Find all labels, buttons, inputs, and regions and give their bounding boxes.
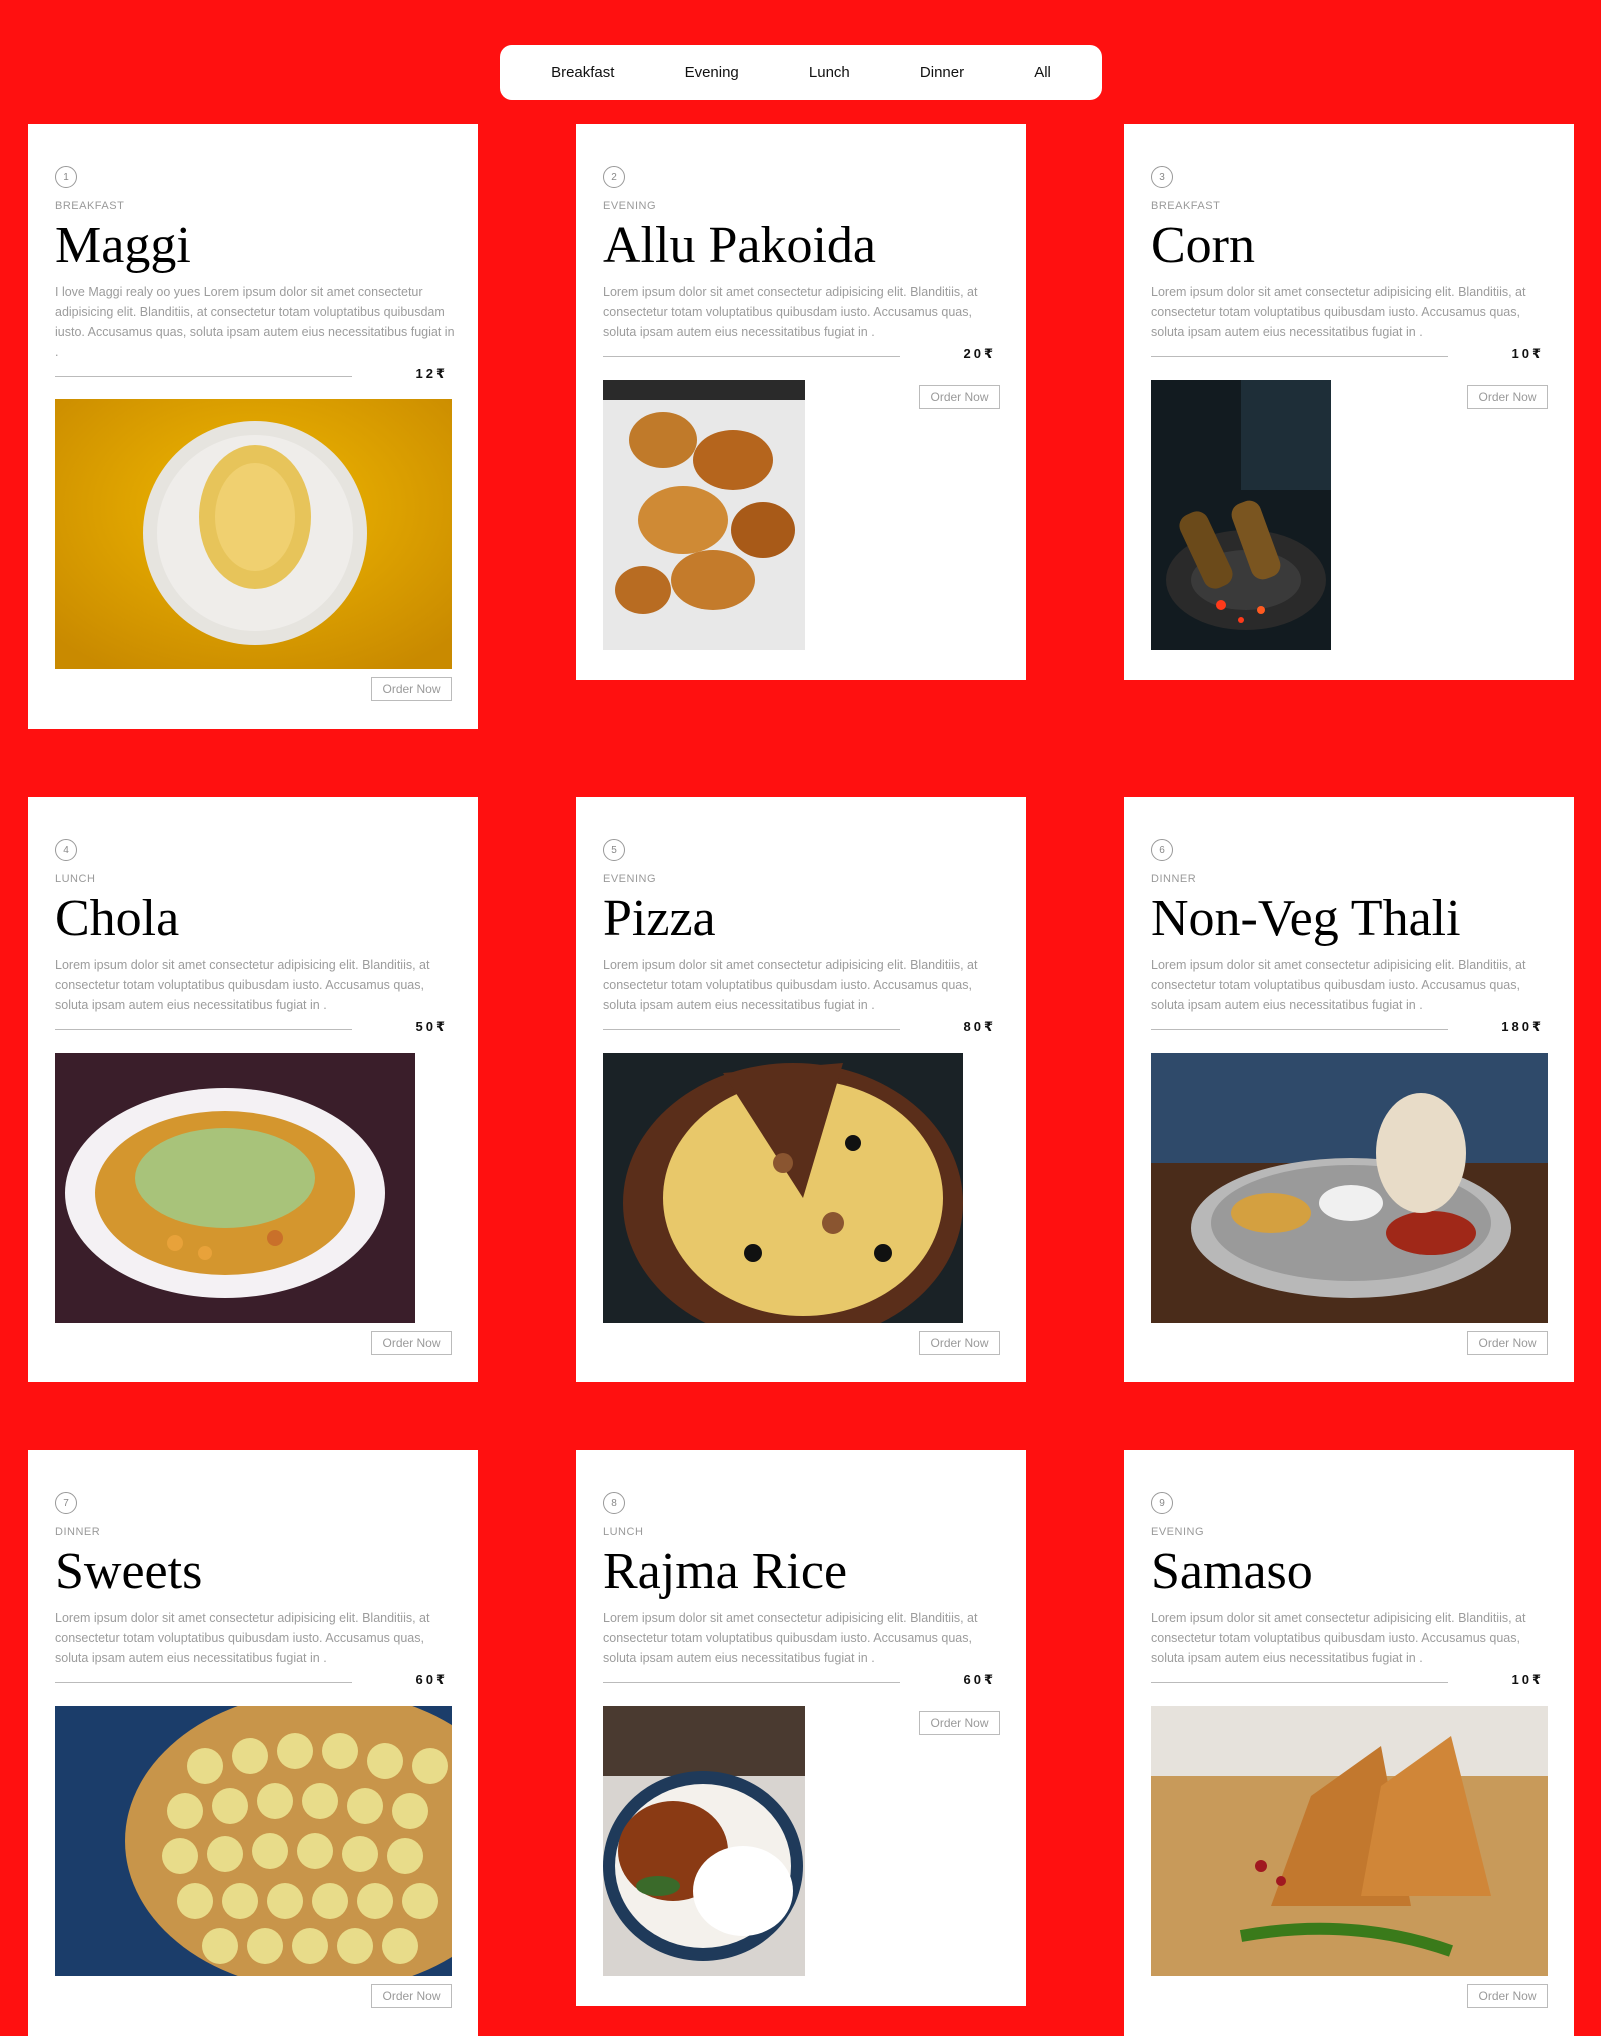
menu-card: 9 EVENING Samaso Lorem ipsum dolor sit a… — [1124, 1450, 1574, 2036]
item-title: Samaso — [1151, 1543, 1313, 1600]
order-now-button[interactable]: Order Now — [1467, 1331, 1548, 1355]
menu-card: 6 DINNER Non-Veg Thali Lorem ipsum dolor… — [1124, 797, 1574, 1382]
order-now-button[interactable]: Order Now — [371, 1984, 452, 2008]
divider — [603, 356, 900, 357]
category-tabs: Breakfast Evening Lunch Dinner All — [500, 45, 1102, 100]
item-number: 3 — [1151, 166, 1173, 188]
item-description: Lorem ipsum dolor sit amet consectetur a… — [603, 1611, 978, 1665]
item-price: 60₹ — [415, 1672, 448, 1687]
item-number: 1 — [55, 166, 77, 188]
item-category: DINNER — [1151, 873, 1197, 885]
tab-evening[interactable]: Evening — [673, 58, 751, 87]
divider — [55, 1029, 352, 1030]
item-price: 12₹ — [415, 366, 448, 381]
item-price: 80₹ — [963, 1019, 996, 1034]
item-category: EVENING — [1151, 1526, 1205, 1538]
item-description: I love Maggi realy oo yues Lorem ipsum d… — [55, 285, 455, 359]
item-category: EVENING — [603, 873, 657, 885]
item-category: BREAKFAST — [1151, 200, 1221, 212]
menu-card: 5 EVENING Pizza Lorem ipsum dolor sit am… — [576, 797, 1026, 1382]
menu-card: 8 LUNCH Rajma Rice Lorem ipsum dolor sit… — [576, 1450, 1026, 2006]
item-price: 50₹ — [415, 1019, 448, 1034]
order-now-button[interactable]: Order Now — [371, 1331, 452, 1355]
divider — [1151, 1029, 1448, 1030]
tab-all[interactable]: All — [1022, 58, 1063, 87]
item-title: Maggi — [55, 217, 191, 274]
order-now-button[interactable]: Order Now — [919, 1711, 1000, 1735]
food-image — [1151, 1706, 1548, 1976]
food-image — [55, 399, 452, 669]
item-title: Chola — [55, 890, 180, 947]
item-category: LUNCH — [55, 873, 96, 885]
menu-card: 3 BREAKFAST Corn Lorem ipsum dolor sit a… — [1124, 124, 1574, 680]
item-description: Lorem ipsum dolor sit amet consectetur a… — [55, 958, 430, 1012]
item-title: Non-Veg Thali — [1151, 890, 1461, 947]
item-description: Lorem ipsum dolor sit amet consectetur a… — [603, 285, 978, 339]
divider — [1151, 356, 1448, 357]
item-description: Lorem ipsum dolor sit amet consectetur a… — [55, 1611, 430, 1665]
item-price: 20₹ — [963, 346, 996, 361]
order-now-button[interactable]: Order Now — [1467, 385, 1548, 409]
food-image — [55, 1706, 452, 1976]
item-category: DINNER — [55, 1526, 101, 1538]
tab-dinner[interactable]: Dinner — [908, 58, 976, 87]
order-now-button[interactable]: Order Now — [919, 385, 1000, 409]
item-title: Sweets — [55, 1543, 203, 1600]
order-now-button[interactable]: Order Now — [371, 677, 452, 701]
menu-card: 4 LUNCH Chola Lorem ipsum dolor sit amet… — [28, 797, 478, 1382]
item-number: 6 — [1151, 839, 1173, 861]
item-category: EVENING — [603, 200, 657, 212]
item-number: 5 — [603, 839, 625, 861]
divider — [1151, 1682, 1448, 1683]
item-description: Lorem ipsum dolor sit amet consectetur a… — [603, 958, 978, 1012]
order-now-button[interactable]: Order Now — [1467, 1984, 1548, 2008]
item-description: Lorem ipsum dolor sit amet consectetur a… — [1151, 958, 1526, 1012]
divider — [603, 1029, 900, 1030]
item-number: 7 — [55, 1492, 77, 1514]
food-image — [603, 1706, 805, 1976]
item-price: 60₹ — [963, 1672, 996, 1687]
menu-card: 2 EVENING Allu Pakoida Lorem ipsum dolor… — [576, 124, 1026, 680]
item-number: 4 — [55, 839, 77, 861]
food-image — [1151, 380, 1331, 650]
food-image — [1151, 1053, 1548, 1323]
divider — [55, 376, 352, 377]
item-number: 8 — [603, 1492, 625, 1514]
item-category: LUNCH — [603, 1526, 644, 1538]
tab-breakfast[interactable]: Breakfast — [539, 58, 626, 87]
item-title: Rajma Rice — [603, 1543, 848, 1600]
divider — [55, 1682, 352, 1683]
item-description: Lorem ipsum dolor sit amet consectetur a… — [1151, 1611, 1526, 1665]
item-number: 2 — [603, 166, 625, 188]
item-title: Corn — [1151, 217, 1255, 274]
item-title: Allu Pakoida — [603, 217, 876, 274]
item-price: 10₹ — [1511, 346, 1544, 361]
tab-lunch[interactable]: Lunch — [797, 58, 862, 87]
food-image — [603, 380, 805, 650]
item-category: BREAKFAST — [55, 200, 125, 212]
item-number: 9 — [1151, 1492, 1173, 1514]
menu-card: 1 BREAKFAST Maggi I love Maggi realy oo … — [28, 124, 478, 729]
item-price: 180₹ — [1501, 1019, 1544, 1034]
divider — [603, 1682, 900, 1683]
order-now-button[interactable]: Order Now — [919, 1331, 1000, 1355]
menu-card: 7 DINNER Sweets Lorem ipsum dolor sit am… — [28, 1450, 478, 2036]
item-description: Lorem ipsum dolor sit amet consectetur a… — [1151, 285, 1526, 339]
food-image — [55, 1053, 415, 1323]
food-image — [603, 1053, 963, 1323]
item-price: 10₹ — [1511, 1672, 1544, 1687]
item-title: Pizza — [603, 890, 716, 947]
